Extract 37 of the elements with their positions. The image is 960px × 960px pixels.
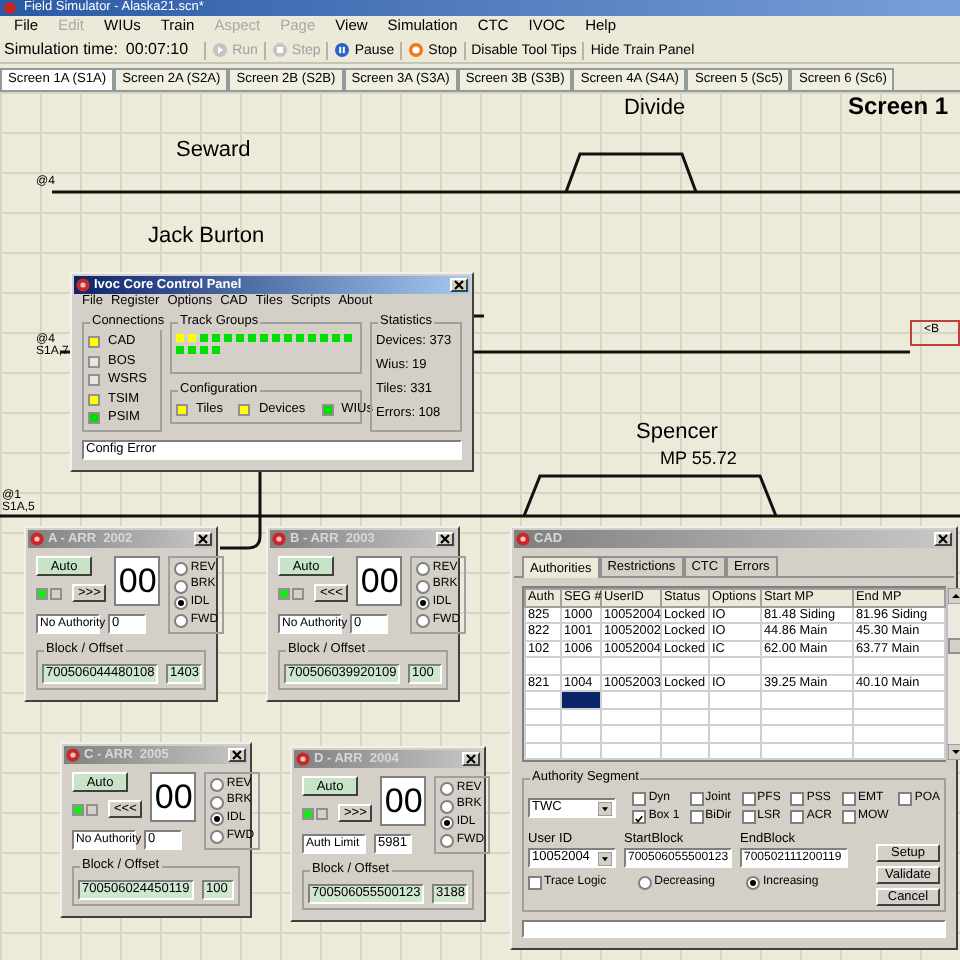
run-icon [212,42,229,58]
speed-display: 00 [356,556,403,606]
app-icon [272,532,286,546]
signal-box [910,320,960,346]
app-icon [30,532,44,546]
app-icon [66,748,80,762]
milepost-label: MP 55.72 [660,448,737,469]
close-button[interactable] [228,748,246,762]
step-icon [271,42,288,58]
scroll-thumb[interactable] [948,638,960,654]
speed-display: 00 [150,772,197,822]
close-button[interactable] [436,532,454,546]
speed-display: 00 [114,556,161,606]
scroll-up-icon[interactable] [948,588,960,604]
app-icon [296,752,310,766]
app-icon [516,532,530,546]
close-button[interactable] [462,752,480,766]
stop-icon [408,42,425,58]
station-label: Jack Burton [148,224,265,250]
sim-time-label: Simulation time: [4,40,118,60]
pause-icon [334,42,351,58]
close-button[interactable] [450,278,468,292]
sim-time: 00:07:10 [125,40,189,60]
caret-icon [598,851,612,865]
app-icon [76,278,90,292]
speed-display: 00 [380,776,427,826]
check-icon [634,811,645,826]
close-button[interactable] [194,532,212,546]
scrollbar[interactable] [946,588,960,760]
caret-icon [598,801,613,815]
screen-title: Screen 1 [848,94,949,122]
station-label: Divide [624,96,686,122]
app-icon [4,2,16,14]
scroll-down-icon[interactable] [948,744,960,760]
station-label: Spencer [636,420,718,446]
close-button[interactable] [934,532,952,546]
station-label: Seward [176,138,251,164]
